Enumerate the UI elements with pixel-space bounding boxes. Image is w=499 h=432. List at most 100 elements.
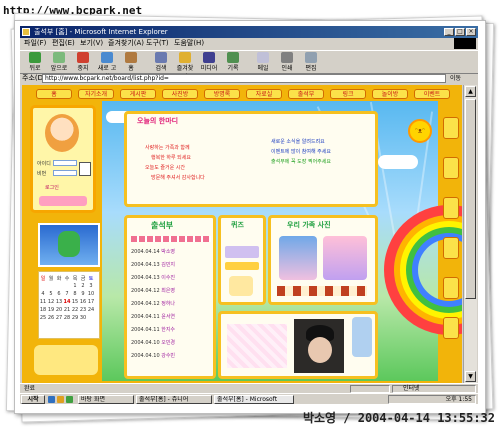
cal-day[interactable]: 1 — [71, 282, 79, 290]
cal-day[interactable]: 25 — [39, 314, 47, 322]
attendance-row[interactable]: 2004.04.14 박소영 — [131, 248, 175, 255]
side-tab-3[interactable] — [443, 197, 459, 219]
edit-button[interactable]: 편집 — [300, 52, 322, 72]
task-desktop[interactable]: 바탕 화면 — [78, 395, 134, 404]
baby-photo[interactable] — [294, 319, 344, 373]
cal-day[interactable]: 21 — [63, 306, 71, 314]
cal-day[interactable]: 17 — [87, 298, 95, 306]
nav-home[interactable]: 홈 — [36, 89, 72, 99]
favorites-button[interactable]: 즐겨찾기 — [174, 52, 196, 81]
task-window-2[interactable]: 출석부[홈] - Microsoft — [214, 395, 294, 404]
search-button[interactable]: 검색 — [150, 52, 172, 72]
nav-attendance[interactable]: 출석부 — [288, 89, 324, 99]
side-tab-4[interactable] — [443, 237, 459, 259]
cal-day[interactable]: 14 — [63, 298, 71, 306]
nav-photos[interactable]: 사진방 — [162, 89, 198, 99]
menu-help[interactable]: 도움말(H) — [174, 38, 204, 49]
mail-button[interactable]: 메일 — [252, 52, 274, 72]
go-button[interactable]: 이동 — [450, 74, 476, 83]
side-tab-2[interactable] — [443, 157, 459, 179]
home-button[interactable]: 홈 — [120, 52, 142, 72]
cal-day[interactable]: 5 — [47, 290, 55, 298]
cal-day[interactable]: 28 — [63, 314, 71, 322]
cal-day[interactable]: 4 — [39, 290, 47, 298]
cal-day[interactable]: 11 — [39, 298, 47, 306]
attendance-row[interactable]: 2004.04.10 오민경 — [131, 339, 175, 346]
media-button[interactable]: 미디어 — [198, 52, 220, 72]
cartoon-kids-image[interactable] — [279, 236, 317, 280]
print-button[interactable]: 인쇄 — [276, 52, 298, 72]
minimize-button[interactable]: _ — [444, 28, 454, 36]
menu-file[interactable]: 파일(F) — [24, 38, 46, 49]
quiz-button[interactable] — [225, 262, 259, 270]
media-quicklaunch-icon[interactable] — [66, 396, 73, 403]
cal-day[interactable]: 3 — [87, 282, 95, 290]
cal-day[interactable]: 6 — [55, 290, 63, 298]
cal-day[interactable]: 23 — [79, 306, 87, 314]
menu-tools[interactable]: 도구(T) — [146, 38, 169, 49]
folder-quicklaunch-icon[interactable] — [57, 396, 64, 403]
side-tab-1[interactable] — [443, 117, 459, 139]
menu-favorites[interactable]: 즐겨찾기(A) — [108, 38, 144, 49]
vertical-scrollbar[interactable]: ▲ ▼ — [463, 85, 477, 383]
attendance-row[interactable]: 2004.04.12 최은영 — [131, 287, 175, 294]
refresh-button[interactable]: 새로 고침 — [96, 52, 118, 81]
login-id-input[interactable] — [53, 160, 77, 166]
cartoon-girls-image[interactable] — [323, 236, 367, 280]
cal-day[interactable]: 26 — [47, 314, 55, 322]
attendance-row[interactable]: 2004.04.11 한지수 — [131, 326, 175, 333]
cal-day[interactable]: 8 — [71, 290, 79, 298]
scroll-down-arrow-icon[interactable]: ▼ — [465, 371, 476, 382]
cal-day[interactable]: 12 — [47, 298, 55, 306]
star-icon — [179, 52, 191, 63]
close-button[interactable]: × — [466, 28, 476, 36]
nav-play[interactable]: 놀이방 — [372, 89, 408, 99]
cal-day[interactable]: 24 — [87, 306, 95, 314]
forward-button[interactable]: 앞으로 — [48, 52, 70, 72]
task-window-1[interactable]: 출석부[홈] - 쥬니어 — [136, 395, 212, 404]
attendance-title: 출석부 — [151, 221, 174, 230]
nav-intro[interactable]: 자기소개 — [78, 89, 114, 99]
cal-day[interactable]: 29 — [71, 314, 79, 322]
nav-links[interactable]: 링크 — [330, 89, 366, 99]
quiz-banner[interactable] — [225, 246, 259, 258]
nav-guestbook[interactable]: 방명록 — [204, 89, 240, 99]
attendance-row[interactable]: 2004.04.10 강수빈 — [131, 352, 175, 359]
login-pw-input[interactable] — [53, 170, 77, 176]
nav-event[interactable]: 이벤트 — [414, 89, 450, 99]
cal-day[interactable]: 20 — [55, 306, 63, 314]
cal-day[interactable]: 27 — [55, 314, 63, 322]
start-button[interactable]: 시작 — [21, 395, 45, 404]
side-tab-6[interactable] — [443, 317, 459, 339]
attendance-row[interactable]: 2004.04.13 김민지 — [131, 261, 175, 268]
ie-quicklaunch-icon[interactable] — [48, 396, 55, 403]
photo-thumbnails[interactable] — [227, 324, 287, 368]
attendance-row[interactable]: 2004.04.13 이수진 — [131, 274, 175, 281]
nav-files[interactable]: 자료실 — [246, 89, 282, 99]
attendance-row[interactable]: 2004.04.11 윤서연 — [131, 313, 175, 320]
cal-day[interactable]: 16 — [79, 298, 87, 306]
cal-day[interactable]: 15 — [71, 298, 79, 306]
cal-day[interactable]: 19 — [47, 306, 55, 314]
back-button[interactable]: 뒤로 — [24, 52, 46, 72]
stop-button[interactable]: 중지 — [72, 52, 94, 72]
menu-view[interactable]: 보기(V) — [80, 38, 103, 49]
side-tab-5[interactable] — [443, 277, 459, 299]
login-button[interactable] — [79, 162, 91, 176]
scroll-up-arrow-icon[interactable]: ▲ — [465, 86, 476, 97]
nav-board[interactable]: 게시판 — [120, 89, 156, 99]
cal-day[interactable]: 7 — [63, 290, 71, 298]
cal-day[interactable]: 2 — [79, 282, 87, 290]
address-input[interactable]: http://www.bcpark.net/board/list.php?id= — [42, 74, 446, 83]
cal-day[interactable]: 18 — [39, 306, 47, 314]
cal-day[interactable]: 9 — [79, 290, 87, 298]
cal-day[interactable]: 13 — [55, 298, 63, 306]
history-button[interactable]: 기록 — [222, 52, 244, 72]
cal-day[interactable]: 10 — [87, 290, 95, 298]
menu-edit[interactable]: 편집(E) — [52, 38, 75, 49]
attendance-row[interactable]: 2004.04.12 정하나 — [131, 300, 175, 307]
maximize-button[interactable]: □ — [455, 28, 465, 36]
cal-day[interactable]: 22 — [71, 306, 79, 314]
scroll-thumb[interactable] — [465, 99, 476, 299]
cal-day[interactable]: 30 — [79, 314, 87, 322]
